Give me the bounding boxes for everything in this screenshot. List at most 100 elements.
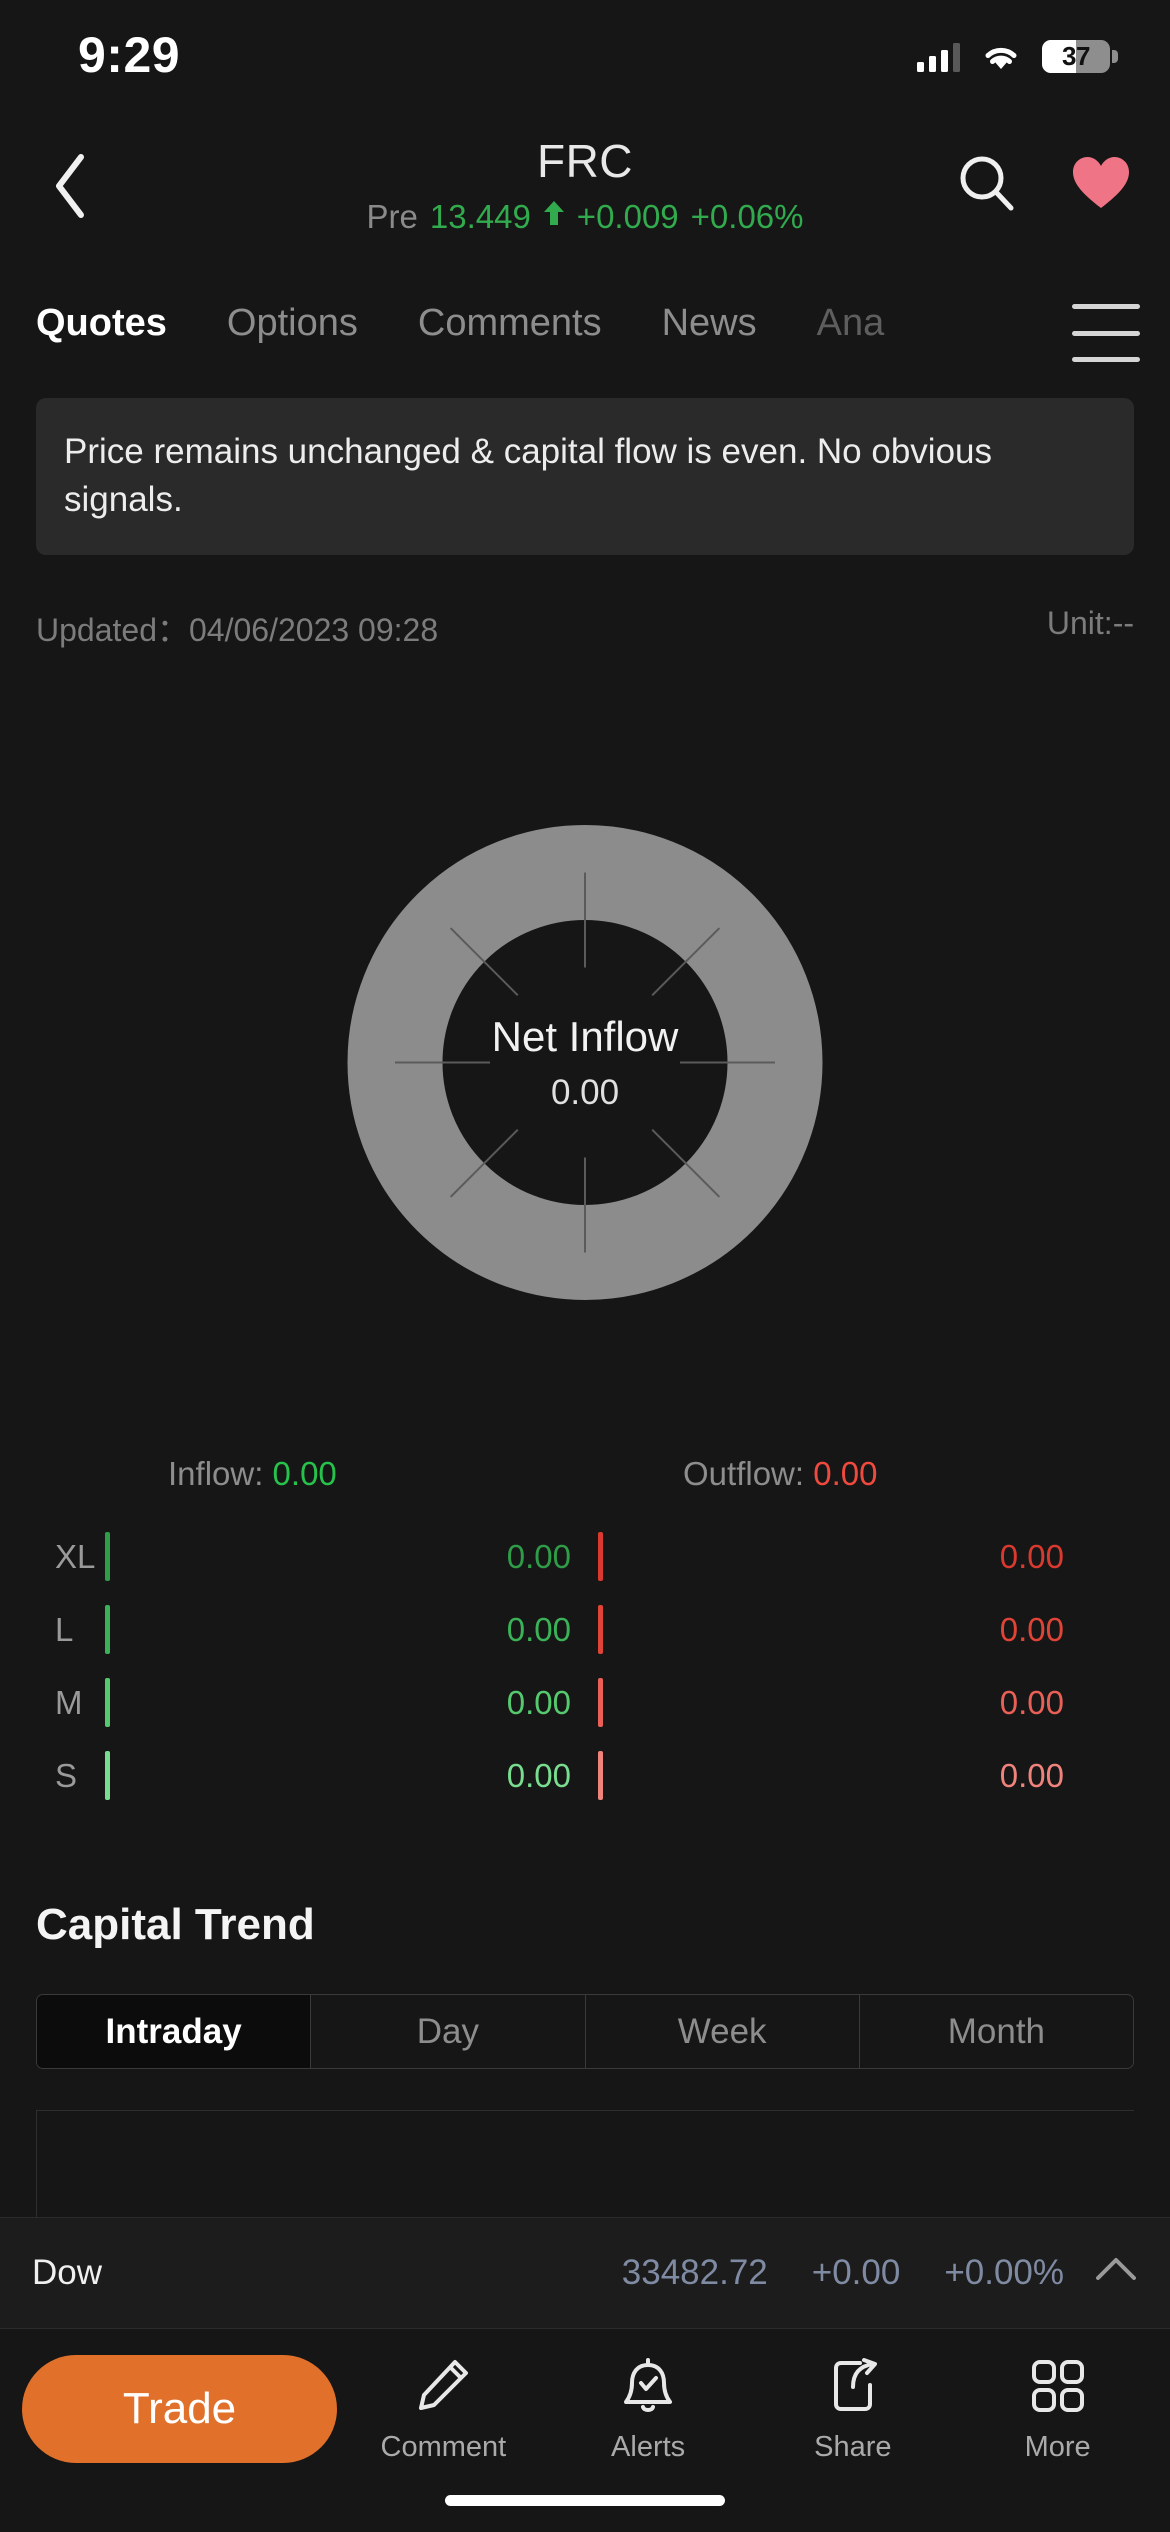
more-button[interactable]: More	[968, 2355, 1148, 2464]
chevron-up-icon[interactable]	[1094, 2254, 1138, 2293]
outflow-bar	[598, 1678, 603, 1727]
outflow-bar	[598, 1605, 603, 1654]
nav-actions	[948, 144, 1140, 222]
capital-flow-donut-chart[interactable]: Net Inflow 0.00	[0, 825, 1170, 1300]
outflow-value: 0.00	[813, 1455, 878, 1492]
row-inflow-m: 0.00	[105, 1666, 598, 1739]
wifi-icon	[982, 43, 1020, 71]
inflow-summary: Inflow: 0.00	[0, 1455, 585, 1493]
tab-news[interactable]: News	[632, 290, 787, 345]
signal-notice-card: Price remains unchanged & capital flow i…	[36, 398, 1134, 556]
price-change-percent: +0.06%	[690, 198, 804, 235]
row-outflow-xl: 0.00	[598, 1520, 1091, 1593]
index-values: 33482.72 +0.00 +0.00%	[622, 2253, 1064, 2293]
inflow-value: 0.00	[272, 1455, 337, 1492]
inflow-bar	[105, 1678, 110, 1727]
range-day[interactable]: Day	[311, 1995, 586, 2068]
inflow-value-l: 0.00	[506, 1610, 571, 1648]
favorite-button[interactable]	[1062, 144, 1140, 222]
outflow-bar	[598, 1751, 603, 1800]
tab-comments[interactable]: Comments	[388, 290, 632, 345]
index-change-percent: +0.00%	[944, 2253, 1064, 2292]
range-week[interactable]: Week	[586, 1995, 860, 2068]
share-button[interactable]: Share	[763, 2355, 943, 2464]
search-button[interactable]	[948, 144, 1026, 222]
battery-percent-label: 37	[1062, 41, 1090, 71]
alerts-button[interactable]: Alerts	[558, 2355, 738, 2464]
inflow-bar	[105, 1605, 110, 1654]
outflow-value-l: 0.00	[999, 1610, 1064, 1648]
status-bar: 9:29 37	[0, 0, 1170, 110]
updated-label: Updated：	[36, 612, 189, 648]
more-label: More	[1024, 2430, 1091, 2463]
table-row: XL 0.00 0.00	[0, 1520, 1170, 1593]
share-label: Share	[814, 2430, 892, 2463]
direction-arrow-icon	[543, 200, 565, 234]
donut-ring: Net Inflow 0.00	[347, 825, 823, 1300]
tab-options[interactable]: Options	[197, 290, 388, 345]
inflow-bar	[105, 1751, 110, 1800]
hamburger-menu-icon[interactable]	[1072, 304, 1140, 362]
search-icon	[960, 156, 1014, 211]
capital-trend-range-selector[interactable]: Intraday Day Week Month	[36, 1994, 1134, 2069]
price-change: +0.009	[576, 198, 679, 235]
updated-row: Updated：04/06/2023 09:28 Unit:--	[0, 605, 1170, 651]
signal-notice-text: Price remains unchanged & capital flow i…	[64, 432, 992, 519]
outflow-value-m: 0.00	[999, 1683, 1064, 1721]
tab-strip[interactable]: Quotes Options Comments News Ana	[0, 290, 1100, 345]
flow-summary-legend: Inflow: 0.00 Outflow: 0.00	[0, 1455, 1170, 1493]
donut-center-value: 0.00	[550, 1072, 620, 1112]
tab-comments-label: Comments	[417, 302, 602, 344]
inflow-bar	[105, 1532, 110, 1581]
row-inflow-l: 0.00	[105, 1593, 598, 1666]
table-row: L 0.00 0.00	[0, 1593, 1170, 1666]
row-inflow-s: 0.00	[105, 1739, 598, 1812]
tab-news-label: News	[661, 302, 757, 344]
outflow-value-xl: 0.00	[999, 1537, 1064, 1575]
donut-center-text: Net Inflow 0.00	[435, 1013, 735, 1113]
app-screen: 9:29 37 FRC Pre 13.449 +0.009 +0.06% Quo…	[0, 0, 1170, 2532]
range-month[interactable]: Month	[860, 1995, 1133, 2068]
tab-quotes-label: Quotes	[36, 302, 167, 344]
bottom-action-bar: Trade Comment Alerts Share More	[0, 2329, 1170, 2489]
alerts-label: Alerts	[611, 2430, 686, 2463]
flow-size-breakdown: XL 0.00 0.00 L 0.00 0.00 M 0.00 0.00 S 0…	[0, 1520, 1170, 1812]
outflow-bar	[598, 1532, 603, 1581]
tab-quotes[interactable]: Quotes	[0, 290, 197, 345]
unit-label: Unit:--	[1046, 605, 1134, 641]
updated-timestamp: Updated：04/06/2023 09:28	[36, 605, 438, 651]
row-label-m: M	[55, 1683, 83, 1721]
cellular-signal-icon	[917, 42, 960, 72]
status-bar-indicators: 37	[917, 40, 1118, 73]
bottom-action-items: Comment Alerts Share More	[341, 2355, 1170, 2464]
donut-center-label: Net Inflow	[491, 1012, 679, 1060]
table-row: M 0.00 0.00	[0, 1666, 1170, 1739]
range-intraday[interactable]: Intraday	[37, 1995, 312, 2068]
trade-button[interactable]: Trade	[22, 2355, 337, 2463]
row-outflow-m: 0.00	[598, 1666, 1091, 1739]
updated-value: 04/06/2023 09:28	[189, 612, 439, 648]
row-label-xl: XL	[55, 1537, 96, 1575]
outflow-summary: Outflow: 0.00	[585, 1455, 1170, 1493]
inflow-value-xl: 0.00	[506, 1537, 571, 1575]
section-tabs: Quotes Options Comments News Ana	[0, 290, 1170, 380]
share-box-icon	[824, 2355, 882, 2417]
row-inflow-xl: 0.00	[105, 1520, 598, 1593]
heart-icon	[1073, 157, 1129, 208]
row-label-s: S	[55, 1756, 78, 1794]
row-label-l: L	[55, 1610, 74, 1648]
bell-check-icon	[619, 2355, 677, 2417]
index-price: 33482.72	[621, 2253, 768, 2292]
inflow-value-s: 0.00	[506, 1756, 571, 1794]
last-price: 13.449	[429, 198, 531, 235]
tab-options-label: Options	[226, 302, 358, 344]
tab-analysis[interactable]: Ana	[787, 290, 915, 345]
session-label: Pre	[366, 198, 418, 235]
index-ticker-bar[interactable]: Dow 33482.72 +0.00 +0.00%	[0, 2217, 1170, 2329]
tab-analysis-label: Ana	[816, 302, 885, 344]
status-bar-time: 9:29	[78, 27, 181, 83]
row-outflow-s: 0.00	[598, 1739, 1091, 1812]
pencil-icon	[414, 2355, 472, 2417]
inflow-label: Inflow:	[168, 1455, 264, 1492]
comment-button[interactable]: Comment	[353, 2355, 533, 2464]
